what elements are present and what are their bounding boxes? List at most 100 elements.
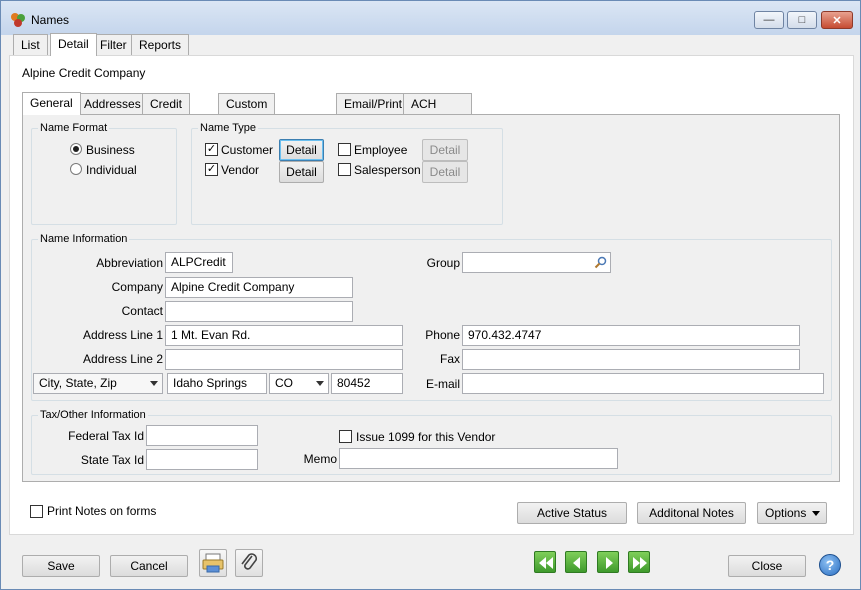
state-select[interactable]: CO [269, 373, 329, 394]
issue-1099-checkbox[interactable] [339, 430, 352, 443]
state-tax-id-input[interactable] [146, 449, 258, 470]
tab-custom-name-fields[interactable]: Custom Name Fields [218, 93, 276, 151]
abbreviation-input[interactable]: ALPCredit [165, 252, 233, 273]
tax-information-legend: Tax/Other Information [40, 409, 146, 421]
tab-addresses[interactable]: Addresses [76, 93, 149, 114]
address2-label: Address Line 2 [82, 352, 163, 366]
company-input[interactable]: Alpine Credit Company [165, 277, 353, 298]
active-status-button[interactable]: Active Status [517, 502, 627, 524]
city-state-zip-select[interactable]: City, State, Zip [33, 373, 163, 394]
app-icon [11, 13, 25, 27]
memo-label: Memo [303, 452, 337, 466]
next-record-button[interactable] [597, 551, 619, 573]
individual-radio[interactable] [70, 163, 82, 175]
printer-icon [202, 553, 224, 573]
minimize-icon: — [763, 14, 775, 26]
issue-1099-label: Issue 1099 for this Vendor [356, 430, 496, 444]
address2-input[interactable] [165, 349, 403, 370]
city-state-zip-select-value: City, State, Zip [39, 376, 117, 390]
tab-detail[interactable]: Detail [50, 33, 97, 56]
options-label: Options [765, 506, 807, 520]
customer-checkbox[interactable]: ✓ [205, 143, 218, 156]
window-title: Names [31, 13, 70, 27]
cancel-button[interactable]: Cancel [110, 555, 188, 577]
salesperson-detail-button[interactable]: Detail [422, 161, 468, 183]
attachment-button[interactable] [235, 549, 263, 577]
salesperson-label: Salesperson [354, 163, 421, 177]
maximize-button[interactable]: □ [787, 11, 817, 29]
address1-input[interactable]: 1 Mt. Evan Rd. [165, 325, 403, 346]
minimize-button[interactable]: — [754, 11, 784, 29]
print-notes-label: Print Notes on forms [47, 504, 157, 518]
save-button[interactable]: Save [22, 555, 100, 577]
tab-reports[interactable]: Reports [131, 34, 190, 55]
paperclip-icon [241, 553, 258, 570]
email-input[interactable] [462, 373, 824, 394]
fax-input[interactable] [462, 349, 800, 370]
customer-detail-button[interactable]: Detail [279, 139, 324, 161]
last-record-button[interactable] [628, 551, 650, 573]
business-radio[interactable] [70, 143, 82, 155]
state-select-value: CO [275, 376, 293, 390]
last-record-icon [633, 557, 647, 569]
contact-label: Contact [121, 304, 163, 318]
options-button[interactable]: Options [757, 502, 827, 524]
chevron-down-icon [150, 381, 158, 386]
address1-label: Address Line 1 [82, 328, 163, 342]
close-icon: ✕ [832, 14, 842, 27]
company-label: Company [111, 280, 163, 294]
chevron-down-icon [316, 381, 324, 386]
vendor-checkbox[interactable]: ✓ [205, 163, 218, 176]
previous-record-icon [573, 557, 580, 569]
tab-credit-cards[interactable]: Credit Cards [142, 93, 191, 131]
city-input[interactable]: Idaho Springs [167, 373, 267, 394]
state-tax-id-label: State Tax Id [80, 453, 144, 467]
tab-filter[interactable]: Filter [92, 34, 135, 55]
print-button[interactable] [199, 549, 227, 577]
group-label: Group [426, 256, 460, 270]
name-format-legend: Name Format [40, 122, 108, 134]
federal-tax-id-label: Federal Tax Id [68, 429, 144, 443]
federal-tax-id-input[interactable] [146, 425, 258, 446]
help-button[interactable]: ? [819, 554, 841, 576]
abbreviation-label: Abbreviation [96, 256, 163, 270]
name-information-legend: Name Information [40, 233, 128, 245]
employee-label: Employee [354, 143, 408, 157]
tab-email-print[interactable]: Email/Print [336, 93, 411, 114]
tab-general[interactable]: General [22, 92, 81, 115]
employee-detail-button[interactable]: Detail [422, 139, 468, 161]
vendor-label: Vendor [221, 163, 260, 177]
salesperson-checkbox[interactable] [338, 163, 351, 176]
dropdown-arrow-icon [812, 511, 820, 516]
memo-input[interactable] [339, 448, 618, 469]
zip-input[interactable]: 80452 [331, 373, 403, 394]
close-button[interactable]: Close [728, 555, 806, 577]
search-icon[interactable] [594, 256, 607, 269]
email-label: E-mail [425, 377, 460, 391]
tab-ach-payments[interactable]: ACH Payments [403, 93, 473, 131]
additional-notes-button[interactable]: Additonal Notes [637, 502, 746, 524]
business-label: Business [86, 143, 135, 157]
first-record-button[interactable] [534, 551, 556, 573]
contact-input[interactable] [165, 301, 353, 322]
print-notes-checkbox[interactable] [30, 505, 43, 518]
company-heading: Alpine Credit Company [22, 66, 146, 80]
next-record-icon [606, 557, 613, 569]
tab-list[interactable]: List [13, 34, 48, 55]
individual-label: Individual [86, 163, 137, 177]
close-window-button[interactable]: ✕ [821, 11, 853, 29]
vendor-detail-button[interactable]: Detail [279, 161, 324, 183]
help-icon: ? [825, 557, 835, 573]
previous-record-button[interactable] [565, 551, 587, 573]
name-type-legend: Name Type [200, 122, 257, 134]
customer-label: Customer [221, 143, 274, 157]
title-bar: Names — □ ✕ [1, 1, 860, 35]
employee-checkbox[interactable] [338, 143, 351, 156]
names-window: Names — □ ✕ List Detail Filter Reports A… [0, 0, 861, 590]
first-record-icon [539, 557, 553, 569]
phone-label: Phone [425, 328, 460, 342]
group-input[interactable] [462, 252, 611, 273]
phone-input[interactable]: 970.432.4747 [462, 325, 800, 346]
maximize-icon: □ [798, 14, 806, 26]
fax-label: Fax [439, 352, 460, 366]
